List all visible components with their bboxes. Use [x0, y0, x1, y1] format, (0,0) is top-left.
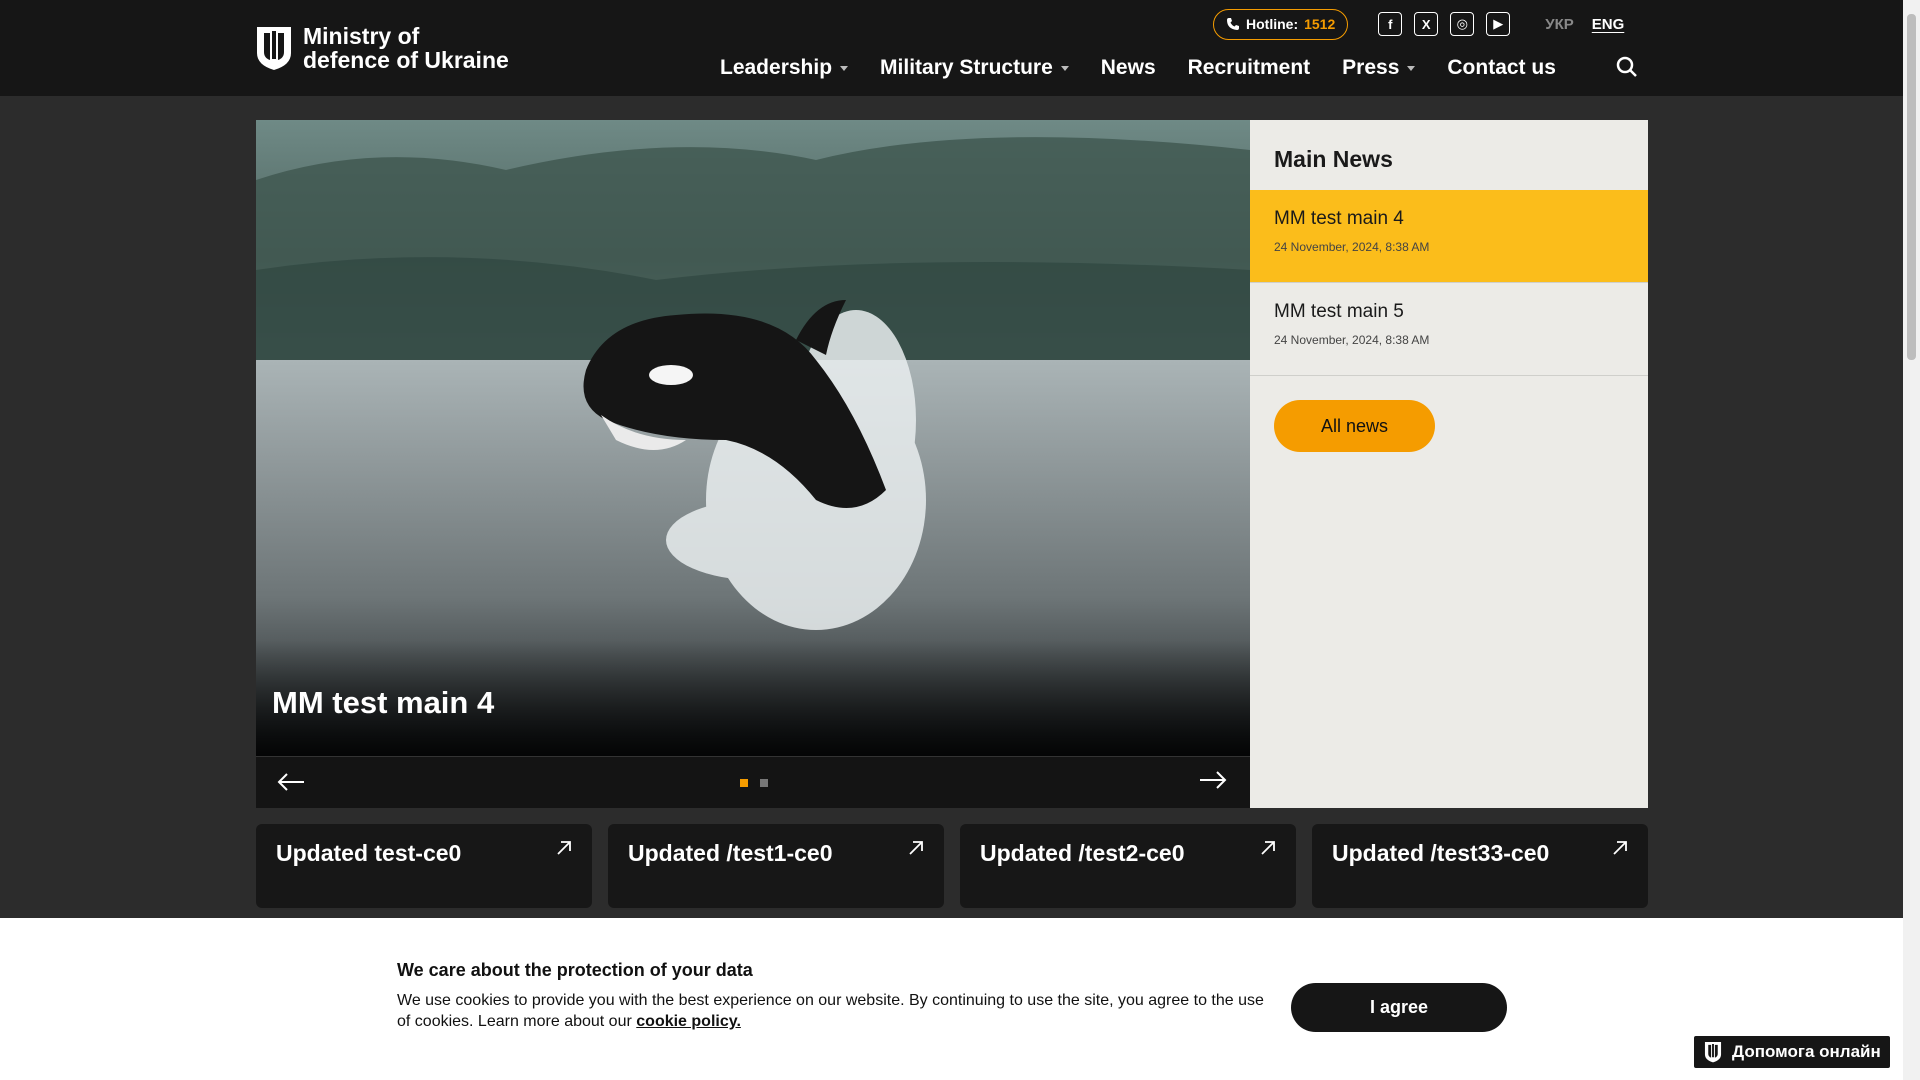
search-icon[interactable] [1616, 56, 1638, 78]
arrow-left-icon[interactable] [276, 769, 306, 795]
language-switcher: УКР ENG [1545, 16, 1624, 33]
facebook-icon[interactable]: f [1378, 12, 1403, 36]
phone-icon [1227, 18, 1239, 30]
update-cards: Updated test-ce0 Updated /test1-ce0 Upda… [256, 824, 1648, 908]
external-arrow-icon [909, 841, 923, 855]
cookie-banner: We care about the protection of your dat… [0, 918, 1903, 1080]
card-title: Updated test-ce0 [276, 840, 462, 866]
slider-controls [256, 756, 1250, 808]
youtube-icon[interactable]: ▶ [1486, 12, 1511, 36]
caret-down-icon [1060, 65, 1069, 71]
nav-label: News [1100, 56, 1156, 79]
nav-recruitment[interactable]: Recruitment [1188, 56, 1311, 80]
update-card[interactable]: Updated test-ce0 [256, 824, 592, 908]
update-card[interactable]: Updated /test33-ce0 [1312, 824, 1648, 908]
trident-shield-icon [257, 27, 291, 70]
help-label: Допомога онлайн [1732, 1042, 1881, 1061]
nav-label: Military Structure [880, 56, 1053, 79]
lang-eng[interactable]: ENG [1592, 16, 1625, 33]
nav-news[interactable]: News [1101, 56, 1156, 80]
nav-press[interactable]: Press [1342, 56, 1416, 80]
page-scrollbar[interactable] [1903, 0, 1920, 1080]
slide-title[interactable]: MM test main 4 [272, 685, 494, 721]
top-bar: Hotline: 1512 f X ◎ ▶ УКР ENG [1213, 8, 1624, 40]
nav-label: Press [1342, 56, 1400, 79]
external-arrow-icon [1261, 841, 1275, 855]
nav-leadership[interactable]: Leadership [720, 56, 849, 80]
hotline-number: 1512 [1304, 16, 1336, 32]
help-online-button[interactable]: Допомога онлайн [1692, 1034, 1892, 1070]
site-logo[interactable]: Ministry of defence of Ukraine [255, 24, 509, 72]
update-card[interactable]: Updated /test1-ce0 [608, 824, 944, 908]
card-title: Updated /test1-ce0 [628, 840, 833, 866]
lang-ukr[interactable]: УКР [1545, 16, 1574, 33]
main-news-item[interactable]: MM test main 4 24 November, 2024, 8:38 A… [1250, 190, 1648, 283]
nav-label: Leadership [720, 56, 833, 79]
site-header: Ministry of defence of Ukraine Hotline: … [0, 0, 1903, 96]
social-links: f X ◎ ▶ [1378, 12, 1511, 36]
nav-military-structure[interactable]: Military Structure [880, 56, 1069, 80]
external-arrow-icon [557, 841, 571, 855]
cookie-policy-link[interactable]: cookie policy. [636, 1013, 741, 1030]
external-arrow-icon [1613, 841, 1627, 855]
scrollbar-thumb[interactable] [1907, 14, 1916, 360]
cookie-text: We use cookies to provide you with the b… [397, 990, 1267, 1032]
nav-label: Recruitment [1187, 56, 1311, 79]
news-item-date: 24 November, 2024, 8:38 AM [1274, 333, 1430, 347]
main-nav: Leadership Military Structure News Recru… [720, 56, 1556, 80]
slider-dots [740, 779, 768, 787]
main-news-item[interactable]: MM test main 5 24 November, 2024, 8:38 A… [1250, 283, 1648, 376]
news-item-title: MM test main 4 [1274, 208, 1404, 229]
news-item-date: 24 November, 2024, 8:38 AM [1274, 240, 1430, 254]
card-title: Updated /test33-ce0 [1332, 840, 1550, 866]
x-twitter-icon[interactable]: X [1414, 12, 1439, 36]
agree-button[interactable]: I agree [1291, 983, 1507, 1032]
cookie-title: We care about the protection of your dat… [397, 960, 753, 980]
nav-label: Contact us [1447, 56, 1556, 79]
slider-dot-2[interactable] [760, 779, 768, 787]
logo-line-1: Ministry of [303, 23, 420, 49]
slide-image-orca[interactable] [256, 120, 1250, 756]
trident-shield-icon [1704, 1042, 1722, 1063]
main-news-panel: Main News MM test main 4 24 November, 20… [1250, 120, 1648, 808]
card-title: Updated /test2-ce0 [980, 840, 1185, 866]
nav-contact-us[interactable]: Contact us [1447, 56, 1556, 80]
news-item-title: MM test main 5 [1274, 301, 1404, 322]
all-news-button[interactable]: All news [1274, 400, 1435, 452]
hotline-button[interactable]: Hotline: 1512 [1213, 8, 1349, 40]
caret-down-icon [1407, 65, 1416, 71]
logo-line-2: defence of Ukraine [303, 47, 509, 73]
instagram-icon[interactable]: ◎ [1450, 12, 1475, 36]
slider-dot-1[interactable] [740, 779, 748, 787]
arrow-right-icon[interactable] [1198, 767, 1228, 793]
main-news-title: Main News [1274, 146, 1393, 172]
cookie-body: We use cookies to provide you with the b… [397, 992, 1264, 1030]
logo-text: Ministry of defence of Ukraine [303, 24, 509, 72]
hotline-label: Hotline: [1246, 16, 1299, 32]
caret-down-icon [840, 65, 849, 71]
news-slider: MM test main 4 [256, 120, 1250, 808]
update-card[interactable]: Updated /test2-ce0 [960, 824, 1296, 908]
